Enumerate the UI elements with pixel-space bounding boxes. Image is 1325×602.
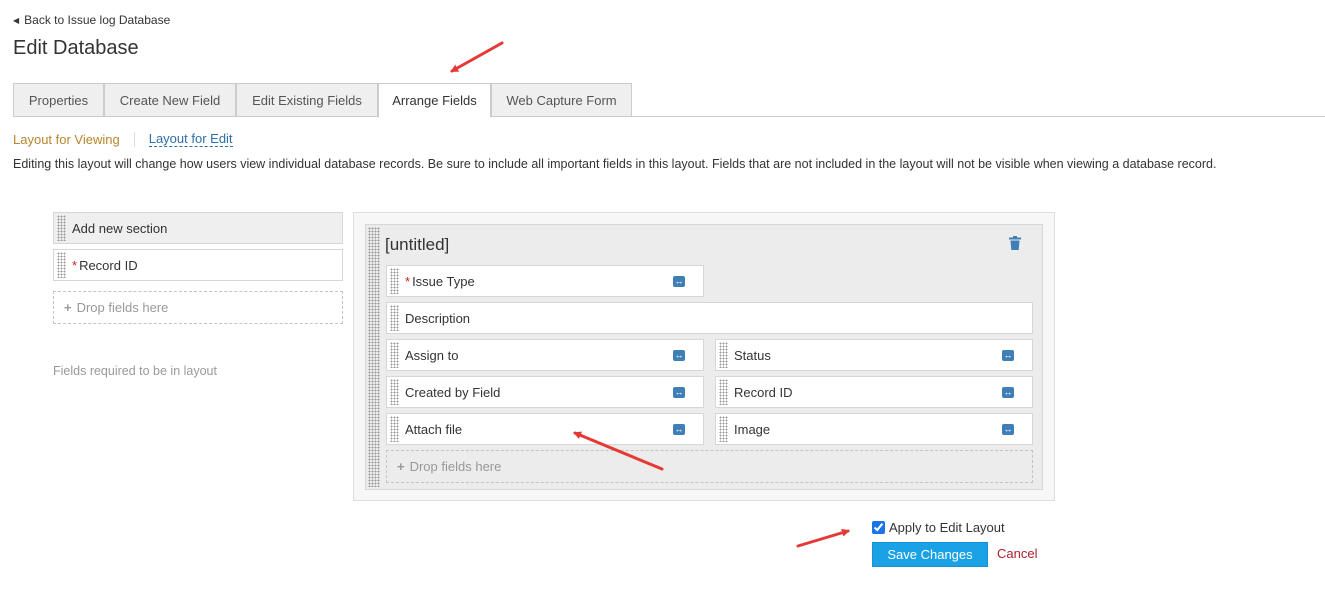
layout-info-text: Editing this layout will change how user… [13,157,1217,171]
field-label: Attach file [405,421,463,437]
tab-properties[interactable]: Properties [13,83,104,117]
drag-handle-icon[interactable] [390,305,399,331]
resize-width-icon[interactable]: ↔ [1002,349,1014,361]
annotation-arrow-checkbox [796,528,850,548]
resize-width-icon[interactable]: ↔ [673,349,685,361]
resize-width-icon[interactable]: ↔ [673,423,685,435]
layout-subnav: Layout for Viewing Layout for Edit [13,131,233,147]
required-asterisk-icon: * [72,257,78,273]
field-label: Status [734,347,771,363]
required-asterisk-icon: * [405,273,411,289]
resize-width-icon[interactable]: ↔ [1002,386,1014,398]
tab-arrange-fields[interactable]: Arrange Fields [378,83,491,118]
section-field-created-by[interactable]: Created by Field ↔ [386,376,704,408]
caret-left-icon: ◀ [13,15,20,25]
field-label: Issue Type [412,273,475,289]
required-fields-note: Fields required to be in layout [53,364,217,378]
section-field-assign-to[interactable]: Assign to ↔ [386,339,704,371]
tab-web-capture-form[interactable]: Web Capture Form [491,83,632,117]
resize-width-icon[interactable]: ↔ [1002,423,1014,435]
section-field-description[interactable]: Description [386,302,1033,334]
section-drop-zone[interactable]: + Drop fields here [386,450,1033,483]
field-label: Assign to [405,347,459,363]
add-new-section-label: Add new section [72,220,168,236]
drag-handle-icon[interactable] [719,379,728,405]
resize-width-icon[interactable]: ↔ [673,386,685,398]
drop-zone-label: Drop fields here [409,459,502,474]
save-changes-button[interactable]: Save Changes [872,542,988,567]
tab-bar: Properties Create New Field Edit Existin… [13,83,1325,118]
field-label: Record ID [79,257,138,273]
left-drop-zone[interactable]: + Drop fields here [53,291,343,324]
page-title: Edit Database [13,37,139,59]
drag-handle-icon[interactable] [390,379,399,405]
plus-icon: + [64,300,72,315]
layout-for-viewing-link[interactable]: Layout for Viewing [13,132,120,147]
field-label: Image [734,421,771,437]
drag-handle-icon[interactable] [719,342,728,368]
section-drag-handle-icon[interactable] [368,227,380,487]
field-label: Created by Field [405,384,501,400]
section-title[interactable]: [untitled] [385,235,449,255]
cancel-link[interactable]: Cancel [997,546,1037,561]
apply-edit-layout-label: Apply to Edit Layout [889,520,1005,535]
tab-create-new-field[interactable]: Create New Field [104,83,236,117]
drag-handle-icon[interactable] [719,416,728,442]
drag-handle-icon[interactable] [390,416,399,442]
section-field-record-id[interactable]: Record ID ↔ [715,376,1033,408]
drag-handle-icon[interactable] [57,215,66,241]
back-link-label: Back to Issue log Database [24,13,171,27]
annotation-arrow-tab [450,41,504,73]
drag-handle-icon[interactable] [57,252,66,278]
left-field-record-id[interactable]: * Record ID [53,249,343,281]
drag-handle-icon[interactable] [390,342,399,368]
section-field-issue-type[interactable]: * Issue Type ↔ [386,265,704,297]
apply-edit-layout-checkbox[interactable] [872,521,885,534]
drop-zone-label: Drop fields here [76,300,169,315]
add-new-section-item[interactable]: Add new section [53,212,343,244]
section-field-image[interactable]: Image ↔ [715,413,1033,445]
layout-for-edit-link[interactable]: Layout for Edit [148,131,233,147]
subnav-divider [133,131,135,147]
trash-icon[interactable] [1009,236,1021,250]
back-link[interactable]: ◀ Back to Issue log Database [13,13,170,27]
resize-width-icon[interactable]: ↔ [673,275,685,287]
field-label: Record ID [734,384,793,400]
section-field-status[interactable]: Status ↔ [715,339,1033,371]
plus-icon: + [397,459,405,474]
section-field-attach-file[interactable]: Attach file ↔ [386,413,704,445]
drag-handle-icon[interactable] [390,268,399,294]
field-label: Description [405,310,471,326]
tab-edit-existing-fields[interactable]: Edit Existing Fields [236,83,378,117]
apply-edit-layout-option[interactable]: Apply to Edit Layout [871,520,1005,535]
